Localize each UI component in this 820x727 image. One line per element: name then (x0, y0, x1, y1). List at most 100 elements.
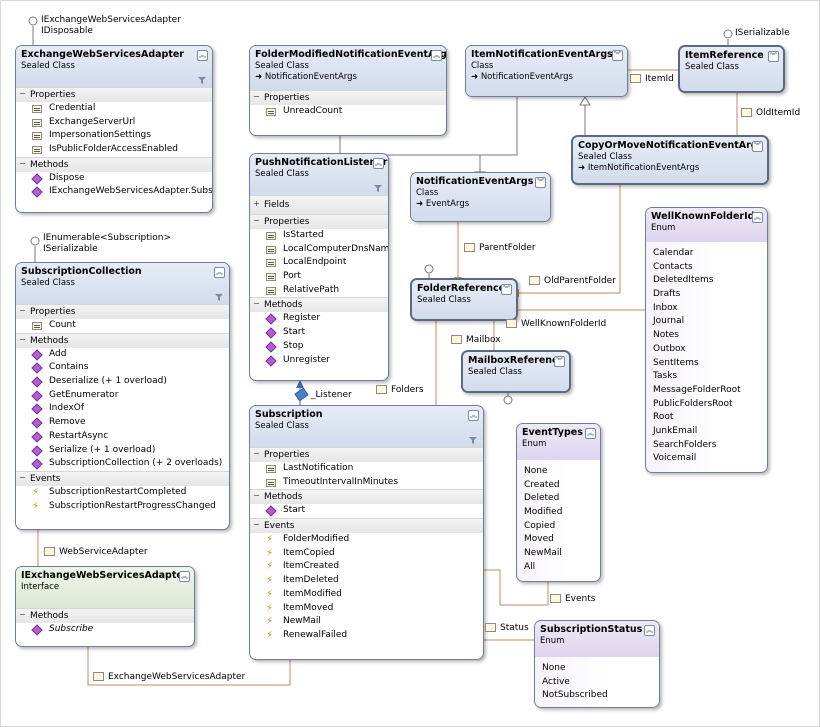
assoc-label-parentfolder[interactable]: ParentFolder (464, 243, 536, 253)
class-copy-or-move-notification-event-args[interactable]: CopyOrMoveNotificationEventArgs Sealed C… (571, 135, 769, 185)
member-method[interactable]: Remove (16, 416, 229, 430)
class-header[interactable]: ItemNotificationEventArgs Class ➜ Notifi… (466, 46, 627, 96)
collapse-toggle-icon[interactable]: ︽ (752, 212, 763, 223)
collapse-minus-icon[interactable]: − (253, 521, 260, 529)
enum-value[interactable]: SentItems (646, 357, 767, 371)
collapse-minus-icon[interactable]: − (253, 217, 260, 225)
collapse-toggle-icon[interactable]: ︽ (431, 50, 442, 61)
member-property[interactable]: UnreadCount (250, 105, 446, 119)
section-header-properties[interactable]: − Properties (250, 447, 483, 462)
enum-value[interactable]: MessageFolderRoot (646, 384, 767, 398)
class-folder-reference[interactable]: FolderReference Sealed Class ︾ (410, 278, 518, 321)
enum-value[interactable]: Contacts (646, 261, 767, 275)
assoc-label-folders[interactable]: Folders (376, 385, 424, 395)
enum-subscription-status[interactable]: SubscriptionStatus Enum ︽ None Active NotS… (534, 620, 660, 708)
collapse-minus-icon[interactable]: − (19, 307, 26, 315)
enum-value[interactable]: None (517, 465, 600, 479)
collapse-toggle-icon[interactable]: ︽ (644, 625, 655, 636)
member-property[interactable]: Count (16, 319, 229, 333)
enum-value[interactable]: Notes (646, 329, 767, 343)
enum-value[interactable]: Inbox (646, 302, 767, 316)
enum-value[interactable]: NotSubscribed (535, 689, 659, 703)
member-event[interactable]: ItemMoved (250, 602, 483, 616)
member-event[interactable]: ItemCreated (250, 560, 483, 574)
class-header[interactable]: MailboxReference Sealed Class ︾ (463, 352, 569, 391)
member-method[interactable]: Add (16, 348, 229, 362)
collapse-minus-icon[interactable]: − (19, 159, 26, 167)
filter-icon[interactable] (469, 437, 477, 444)
section-header-events[interactable]: − Events (16, 470, 229, 486)
assoc-label-listener[interactable]: _Listener (294, 387, 352, 402)
class-header[interactable]: FolderReference Sealed Class ︾ (412, 280, 516, 319)
section-header-methods[interactable]: − Methods (16, 332, 229, 348)
enum-value[interactable]: All (517, 561, 600, 575)
enum-value[interactable]: Voicemail (646, 452, 767, 466)
collapse-toggle-icon[interactable]: ︽ (197, 50, 208, 61)
class-header[interactable]: NotificationEventArgs Class ➜ EventArgs … (411, 173, 550, 221)
member-method[interactable]: Start (250, 504, 483, 518)
enum-event-types[interactable]: EventTypes Enum ︽ None Created Deleted Modi… (516, 423, 601, 582)
assoc-label-webserviceadapter[interactable]: WebServiceAdapter (44, 547, 148, 557)
class-subscription-collection[interactable]: SubscriptionCollection Sealed Class ︽ − P… (15, 262, 230, 530)
member-method[interactable]: Deserialize (+ 1 overload) (16, 375, 229, 389)
class-item-reference[interactable]: ItemReference Sealed Class ︾ (678, 45, 785, 93)
section-header-methods[interactable]: − Methods (16, 608, 194, 623)
member-method[interactable]: Serialize (+ 1 overload) (16, 444, 229, 458)
member-method[interactable]: RestartAsync (16, 430, 229, 444)
enum-well-known-folder-id[interactable]: WellKnownFolderId Enum ︽ Calendar Contact… (645, 207, 768, 473)
enum-value[interactable]: Tasks (646, 370, 767, 384)
class-item-notification-event-args[interactable]: ItemNotificationEventArgs Class ➜ Notifi… (465, 45, 628, 97)
class-folder-modified-notification-event-args[interactable]: FolderModifiedNotificationEventArgs Seal… (249, 45, 447, 136)
section-header-methods[interactable]: − Methods (250, 297, 388, 313)
class-header[interactable]: FolderModifiedNotificationEventArgs Seal… (250, 46, 446, 90)
class-mailbox-reference[interactable]: MailboxReference Sealed Class ︾ (461, 350, 571, 393)
member-property[interactable]: LastNotification (250, 462, 483, 476)
expand-toggle-icon[interactable]: ︾ (554, 356, 565, 367)
enum-value[interactable]: Modified (517, 506, 600, 520)
member-property[interactable]: IsPublicFolderAccessEnabled (16, 143, 212, 157)
member-event[interactable]: SubscriptionRestartCompleted (16, 486, 229, 500)
class-header[interactable]: PushNotificationListener Sealed Class ︽ (250, 154, 388, 195)
member-event[interactable]: RenewalFailed (250, 629, 483, 643)
class-header[interactable]: IExchangeWebServicesAdapter Interface ︽ (16, 567, 194, 608)
enum-value[interactable]: Drafts (646, 288, 767, 302)
enum-value[interactable]: Outbox (646, 343, 767, 357)
enum-value[interactable]: JunkEmail (646, 425, 767, 439)
class-push-notification-listener[interactable]: PushNotificationListener Sealed Class ︽ … (249, 153, 389, 381)
enum-value[interactable]: Copied (517, 520, 600, 534)
assoc-label-oldparentfolder[interactable]: OldParentFolder (529, 276, 616, 286)
member-property[interactable]: Port (250, 270, 388, 284)
class-subscription[interactable]: Subscription Sealed Class ︽ − Properties … (249, 405, 484, 660)
class-header[interactable]: CopyOrMoveNotificationEventArgs Sealed C… (573, 137, 767, 183)
section-header-properties[interactable]: − Properties (250, 90, 446, 105)
class-header[interactable]: SubscriptionCollection Sealed Class ︽ (16, 263, 229, 304)
collapse-minus-icon[interactable]: − (19, 611, 26, 619)
collapse-toggle-icon[interactable]: ︽ (179, 571, 190, 582)
expand-toggle-icon[interactable]: ︾ (752, 141, 763, 152)
assoc-label-mailbox[interactable]: Mailbox (451, 335, 501, 345)
member-event[interactable]: SubscriptionRestartProgressChanged (16, 500, 229, 514)
class-header[interactable]: Subscription Sealed Class ︽ (250, 406, 483, 447)
collapse-toggle-icon[interactable]: ︽ (373, 158, 384, 169)
enum-value[interactable]: NewMail (517, 547, 600, 561)
enum-value[interactable]: Journal (646, 315, 767, 329)
collapse-minus-icon[interactable]: − (19, 335, 26, 343)
class-header[interactable]: EventTypes Enum ︽ (517, 424, 600, 460)
interface-iexchange-web-services-adapter[interactable]: IExchangeWebServicesAdapter Interface ︽ … (15, 566, 195, 647)
member-method[interactable]: IExchangeWebServicesAdapter.Subsc... (16, 185, 212, 199)
assoc-label-events[interactable]: Events (550, 594, 595, 604)
member-method[interactable]: Unregister (250, 354, 388, 368)
section-header-events[interactable]: − Events (250, 518, 483, 534)
member-method[interactable]: IndexOf (16, 402, 229, 416)
member-method[interactable]: Contains (16, 361, 229, 375)
enum-value[interactable]: Created (517, 479, 600, 493)
enum-value[interactable]: Active (535, 676, 659, 690)
enum-value[interactable]: PublicFoldersRoot (646, 398, 767, 412)
enum-value[interactable]: Root (646, 411, 767, 425)
expand-toggle-icon[interactable]: ︾ (768, 51, 779, 62)
member-property[interactable]: ImpersonationSettings (16, 129, 212, 143)
member-property[interactable]: Credential (16, 102, 212, 116)
member-property[interactable]: IsStarted (250, 229, 388, 243)
member-method[interactable]: Register (250, 312, 388, 326)
class-header[interactable]: ExchangeWebServicesAdapter Sealed Class … (16, 46, 212, 87)
